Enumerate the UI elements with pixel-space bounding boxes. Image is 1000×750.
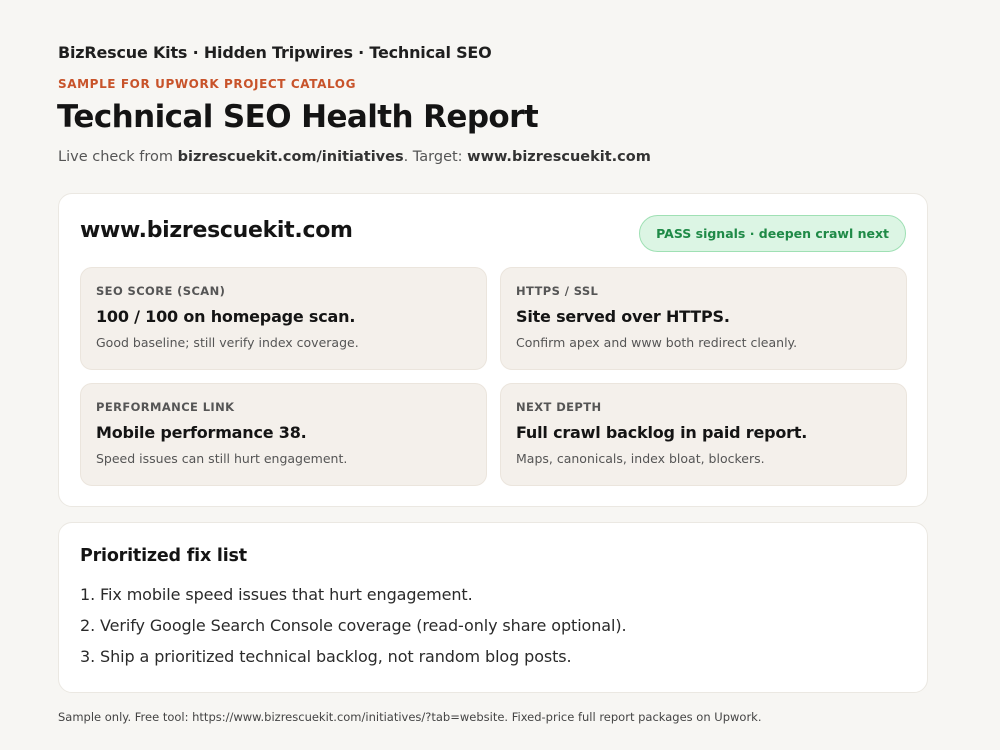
tile-note: Confirm apex and www both redirect clean… [516,335,798,350]
page-subtitle: Live check from bizrescuekit.com/initiat… [58,149,651,165]
subtitle-source-link: bizrescuekit.com/initiatives [177,149,404,165]
fix-item: 2. Verify Google Search Console coverage… [80,616,627,635]
summary-card: www.bizrescuekit.com PASS signals · deep… [58,193,928,507]
tile-label: SEO SCORE (SCAN) [96,284,226,298]
tile-note: Good baseline; still verify index covera… [96,335,359,350]
tile-next-depth: NEXT DEPTH Full crawl backlog in paid re… [500,383,907,486]
tile-label: PERFORMANCE LINK [96,400,235,414]
breadcrumb: BizRescue Kits · Hidden Tripwires · Tech… [58,43,492,62]
tile-headline: 100 / 100 on homepage scan. [96,307,356,326]
fix-item: 1. Fix mobile speed issues that hurt eng… [80,585,473,604]
fix-list-card: Prioritized fix list 1. Fix mobile speed… [58,522,928,693]
tile-headline: Full crawl backlog in paid report. [516,423,808,442]
page-title: Technical SEO Health Report [57,99,539,135]
subtitle-target: www.bizrescuekit.com [467,149,651,165]
site-title: www.bizrescuekit.com [80,218,353,243]
tile-note: Maps, canonicals, index bloat, blockers. [516,451,765,466]
status-badge: PASS signals · deepen crawl next [639,215,906,252]
tile-label: NEXT DEPTH [516,400,602,414]
tile-note: Speed issues can still hurt engagement. [96,451,348,466]
footer-note: Sample only. Free tool: https://www.bizr… [58,710,762,724]
tile-https-ssl: HTTPS / SSL Site served over HTTPS. Conf… [500,267,907,370]
fix-list: 1. Fix mobile speed issues that hurt eng… [80,579,627,672]
fix-item: 3. Ship a prioritized technical backlog,… [80,647,572,666]
tile-label: HTTPS / SSL [516,284,599,298]
eyebrow-label: SAMPLE FOR UPWORK PROJECT CATALOG [58,77,357,91]
subtitle-mid: . Target: [403,149,468,165]
fix-list-title: Prioritized fix list [80,546,247,566]
report-page: BizRescue Kits · Hidden Tripwires · Tech… [0,0,1000,750]
subtitle-prefix: Live check from [58,149,178,165]
tile-performance: PERFORMANCE LINK Mobile performance 38. … [80,383,487,486]
tile-headline: Mobile performance 38. [96,423,307,442]
tile-headline: Site served over HTTPS. [516,307,730,326]
tile-seo-score: SEO SCORE (SCAN) 100 / 100 on homepage s… [80,267,487,370]
